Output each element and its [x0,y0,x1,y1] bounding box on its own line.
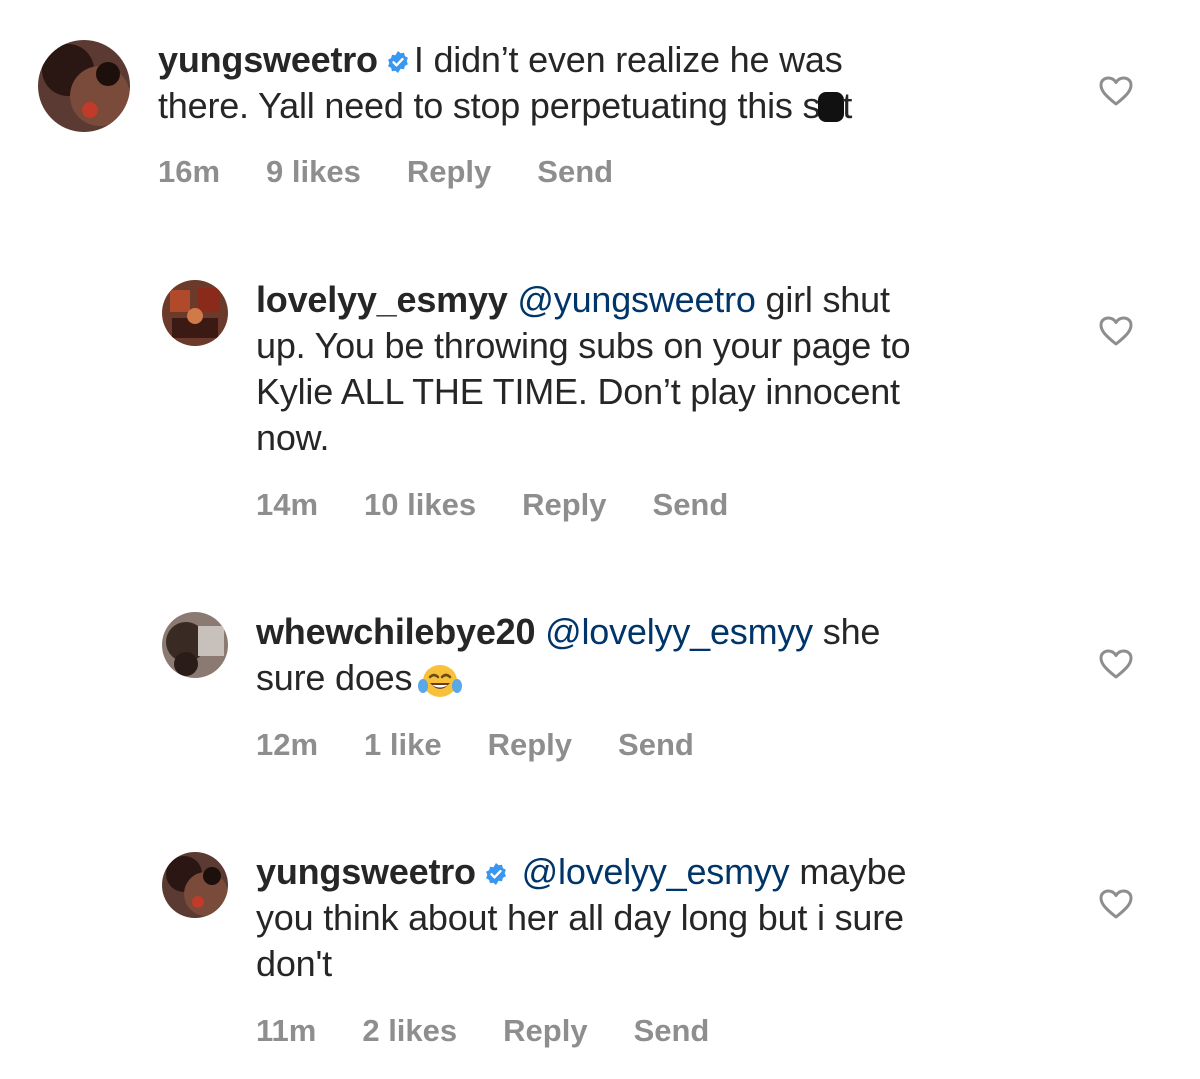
heart-outline-icon[interactable] [1098,315,1134,347]
mention-link[interactable]: @lovelyy_esmyy [522,851,790,892]
mention-link[interactable]: @lovelyy_esmyy [545,611,813,652]
comment-line: sure does [256,655,880,701]
reply-button[interactable]: Reply [522,487,606,523]
avatar[interactable] [162,280,228,346]
reply-button[interactable]: Reply [488,727,572,763]
username[interactable]: whewchilebye20 [256,611,536,652]
avatar[interactable] [162,852,228,918]
reply-button[interactable]: Reply [407,154,491,190]
comment-line: yungsweetro I didn’t even realize he was [158,37,852,83]
username[interactable]: yungsweetro [256,851,476,892]
heart-outline-icon[interactable] [1098,648,1134,680]
send-button[interactable]: Send [653,487,729,523]
comment-line: there. Yall need to stop perpetuating th… [158,83,852,129]
avatar-image [162,280,228,346]
comment-meta: 12m 1 like Reply Send [256,727,694,763]
likes-count[interactable]: 2 likes [362,1013,457,1049]
comment-body: lovelyy_esmyy @yungsweetro girl shut up.… [256,277,911,461]
likes-count[interactable]: 9 likes [266,154,361,190]
heart-outline-icon[interactable] [1098,888,1134,920]
send-button[interactable]: Send [634,1013,710,1049]
comment-line: yungsweetro @lovelyy_esmyy maybe [256,849,907,895]
send-button[interactable]: Send [537,154,613,190]
comment-line: Kylie ALL THE TIME. Don’t play innocent [256,371,900,412]
censor-bar [818,92,845,122]
comment-text: girl shut [765,279,890,320]
timestamp[interactable]: 16m [158,154,220,190]
comment-body: yungsweetro I didn’t even realize he was … [158,37,852,129]
comment-body: yungsweetro @lovelyy_esmyy maybe you thi… [256,849,907,987]
username[interactable]: lovelyy_esmyy [256,279,508,320]
avatar[interactable] [162,612,228,678]
send-button[interactable]: Send [618,727,694,763]
comment-line: up. You be throwing subs on your page to [256,325,911,366]
heart-outline-icon[interactable] [1098,75,1134,107]
comment-line: you think about her all day long but i s… [256,897,904,938]
comment-text: I didn’t even realize he was [413,39,843,80]
timestamp[interactable]: 11m [256,1013,316,1049]
verified-badge-icon [386,50,410,74]
comment-line: lovelyy_esmyy @yungsweetro girl shut [256,277,911,323]
comment-line: now. [256,417,330,458]
avatar-image [162,852,228,918]
comment-text: maybe [799,851,907,892]
comment-text: there. Yall need to stop perpetuating th… [158,85,821,126]
username[interactable]: yungsweetro [158,39,378,80]
face-with-tears-of-joy-icon [418,660,463,700]
comment-line: don't [256,943,332,984]
avatar-image [38,40,130,132]
timestamp[interactable]: 12m [256,727,318,763]
comment-text: she [822,611,881,652]
comment-meta: 14m 10 likes Reply Send [256,487,728,523]
timestamp[interactable]: 14m [256,487,318,523]
avatar-image [162,612,228,678]
avatar[interactable] [38,40,130,132]
comment-text: t [842,85,853,126]
likes-count[interactable]: 10 likes [364,487,476,523]
likes-count[interactable]: 1 like [364,727,442,763]
mention-link[interactable]: @yungsweetro [517,279,755,320]
comment-body: whewchilebye20 @lovelyy_esmyy she sure d… [256,609,880,701]
comment-meta: 16m 9 likes Reply Send [158,154,613,190]
comment-thread: yungsweetro I didn’t even realize he was … [0,0,1200,1079]
comment-meta: 11m 2 likes Reply Send [256,1013,709,1049]
comment-line: whewchilebye20 @lovelyy_esmyy she [256,609,880,655]
reply-button[interactable]: Reply [503,1013,587,1049]
comment-text: sure does [256,657,413,698]
verified-badge-icon [484,862,508,886]
